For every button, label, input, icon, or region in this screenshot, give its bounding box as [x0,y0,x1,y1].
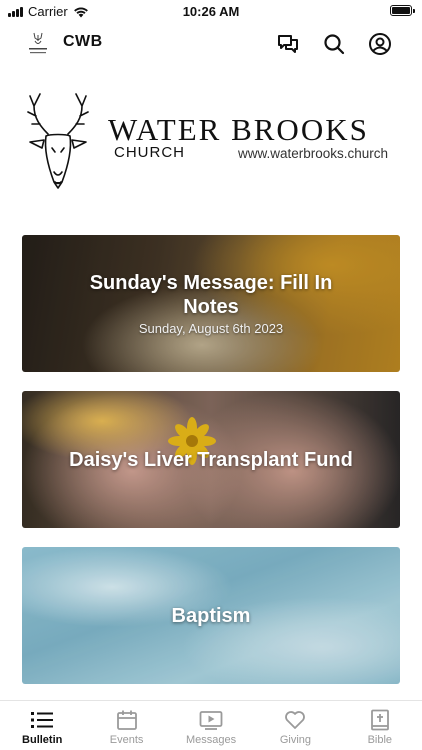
status-time: 10:26 AM [182,4,240,19]
tab-label: Bulletin [22,734,63,746]
chat-button[interactable] [274,30,302,58]
profile-icon [369,33,391,55]
brand-header: WATER BROOKS CHURCH www.waterbrooks.chur… [0,90,422,200]
app-actions [274,30,394,58]
card-subtitle: Sunday, August 6th 2023 [138,321,284,336]
card-sunday-message[interactable]: Sunday's Message: Fill In Notes Sunday, … [22,235,400,372]
battery-icon [390,5,415,16]
deer-logo-icon [27,93,89,189]
church-logo-icon [29,32,47,54]
card-title: Sunday's Message: Fill In Notes [89,272,333,318]
tab-label: Bible [367,734,393,746]
app-bar: CWB [0,24,422,64]
bible-icon [370,709,389,731]
heart-icon [285,711,306,729]
tab-events[interactable]: Events [84,701,168,750]
app-title: CWB [63,33,103,50]
tab-label: Messages [185,734,237,746]
tab-messages[interactable]: Messages [169,701,253,750]
profile-button[interactable] [366,30,394,58]
tab-bible[interactable]: Bible [338,701,422,750]
search-icon [324,34,345,55]
bulletin-icon [31,712,54,728]
card-title: Baptism [171,604,251,627]
status-bar: Carrier 10:26 AM [0,0,422,22]
chat-icon [278,35,298,53]
tab-bulletin[interactable]: Bulletin [0,701,84,750]
search-button[interactable] [320,30,348,58]
card-title: Daisy's Liver Transplant Fund [69,448,353,471]
bulletin-cards: Sunday's Message: Fill In Notes Sunday, … [22,235,400,703]
tab-label: Giving [279,734,312,746]
tab-bar: Bulletin Events Messages Giving Bible [0,700,422,750]
video-icon [199,711,223,730]
card-baptism[interactable]: Baptism [22,547,400,684]
brand-name: WATER BROOKS [108,112,369,147]
card-liver-transplant-fund[interactable]: Daisy's Liver Transplant Fund [22,391,400,528]
tab-giving[interactable]: Giving [253,701,337,750]
calendar-icon [116,710,137,730]
brand-url[interactable]: www.waterbrooks.church [238,146,388,161]
brand-subtitle: CHURCH [114,144,185,161]
tab-label: Events [109,734,144,746]
